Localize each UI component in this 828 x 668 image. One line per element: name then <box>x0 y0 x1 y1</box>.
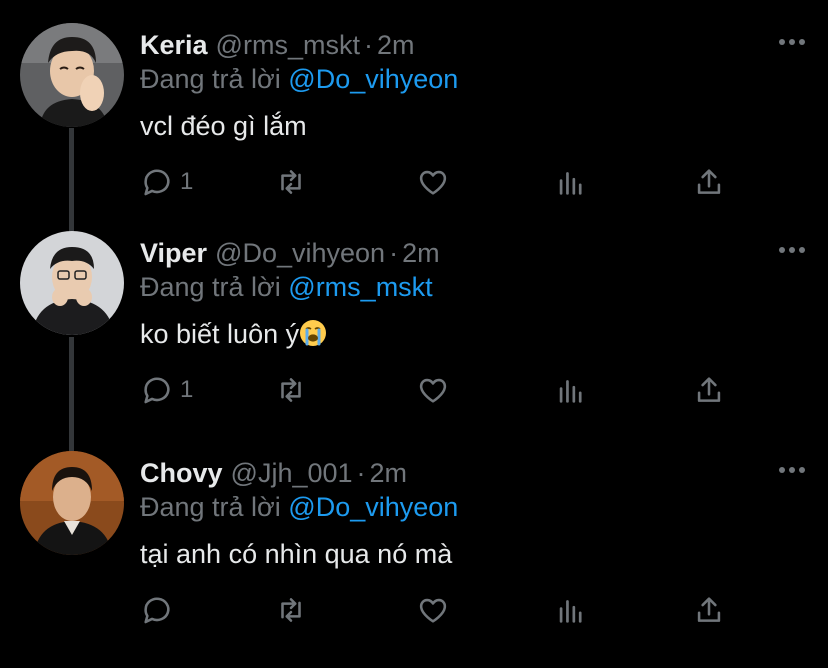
action-bar <box>140 593 740 627</box>
separator-dot: · <box>363 30 373 60</box>
replying-prefix: Đang trả lời <box>140 272 281 302</box>
replying-to: Đang trả lời @Do_vihyeon <box>140 490 458 524</box>
retweet-button[interactable] <box>274 165 308 199</box>
avatar[interactable] <box>20 23 124 127</box>
reply-icon <box>140 593 174 627</box>
mention-link[interactable]: @Do_vihyeon <box>288 64 458 94</box>
loudly-crying-face-icon <box>299 319 327 347</box>
analytics-icon <box>554 373 588 407</box>
share-icon <box>692 165 726 199</box>
user-handle[interactable]: @rms_mskt <box>216 30 360 60</box>
analytics-icon <box>554 165 588 199</box>
replying-prefix: Đang trả lời <box>140 492 281 522</box>
replying-prefix: Đang trả lời <box>140 64 281 94</box>
tweet-text: tại anh có nhìn qua nó mà <box>140 539 453 569</box>
share-icon <box>692 373 726 407</box>
like-icon <box>416 593 450 627</box>
reply-button[interactable]: 1 <box>140 373 193 407</box>
mention-link[interactable]: @Do_vihyeon <box>288 492 458 522</box>
share-button[interactable] <box>692 165 726 199</box>
separator-dot: · <box>356 458 366 488</box>
retweet-icon <box>274 593 308 627</box>
like-button[interactable] <box>416 165 450 199</box>
action-bar: 1 <box>140 165 740 199</box>
avatar[interactable] <box>20 231 124 335</box>
timestamp[interactable]: 2m <box>402 238 440 268</box>
analytics-button[interactable] <box>554 593 588 627</box>
like-button[interactable] <box>416 593 450 627</box>
share-icon <box>692 593 726 627</box>
like-icon <box>416 373 450 407</box>
user-handle[interactable]: @Jjh_001 <box>231 458 353 488</box>
reply-button[interactable]: 1 <box>140 165 193 199</box>
timestamp[interactable]: 2m <box>370 458 408 488</box>
separator-dot: · <box>389 238 399 268</box>
reply-count: 1 <box>180 168 194 195</box>
more-icon[interactable] <box>776 458 808 482</box>
reply-button[interactable] <box>140 593 174 627</box>
tweet-text: vcl đéo gì lắm <box>140 111 307 141</box>
tweet[interactable]: Keria @rms_mskt · 2m Đang trả lời @Do_vihye… <box>0 20 828 240</box>
retweet-button[interactable] <box>274 373 308 407</box>
like-button[interactable] <box>416 373 450 407</box>
reply-count: 1 <box>180 376 194 403</box>
mention-link[interactable]: @rms_mskt <box>288 272 432 302</box>
display-name[interactable]: Keria <box>140 30 208 60</box>
retweet-icon <box>274 373 308 407</box>
avatar[interactable] <box>20 451 124 555</box>
retweet-button[interactable] <box>274 593 308 627</box>
action-bar: 1 <box>140 373 740 407</box>
retweet-icon <box>274 165 308 199</box>
reply-thread: Keria @rms_mskt · 2m Đang trả lời @Do_vihye… <box>0 0 828 640</box>
analytics-icon <box>554 593 588 627</box>
share-button[interactable] <box>692 593 726 627</box>
analytics-button[interactable] <box>554 165 588 199</box>
tweet-text: ko biết luôn ý <box>140 316 327 352</box>
user-handle[interactable]: @Do_vihyeon <box>215 238 385 268</box>
tweet[interactable]: Viper @Do_vihyeon · 2m Đang trả lời @rms_ms… <box>0 228 828 448</box>
display-name[interactable]: Chovy <box>140 458 223 488</box>
like-icon <box>416 165 450 199</box>
replying-to: Đang trả lời @rms_mskt <box>140 270 433 304</box>
more-icon[interactable] <box>776 238 808 262</box>
more-icon[interactable] <box>776 30 808 54</box>
display-name[interactable]: Viper <box>140 238 207 268</box>
tweet[interactable]: Chovy @Jjh_001 · 2m Đang trả lời @Do_vihyeo… <box>0 448 828 668</box>
analytics-button[interactable] <box>554 373 588 407</box>
reply-icon <box>140 165 174 199</box>
replying-to: Đang trả lời @Do_vihyeon <box>140 62 458 96</box>
timestamp[interactable]: 2m <box>377 30 415 60</box>
tweet-text-body: ko biết luôn ý <box>140 319 300 349</box>
share-button[interactable] <box>692 373 726 407</box>
reply-icon <box>140 373 174 407</box>
